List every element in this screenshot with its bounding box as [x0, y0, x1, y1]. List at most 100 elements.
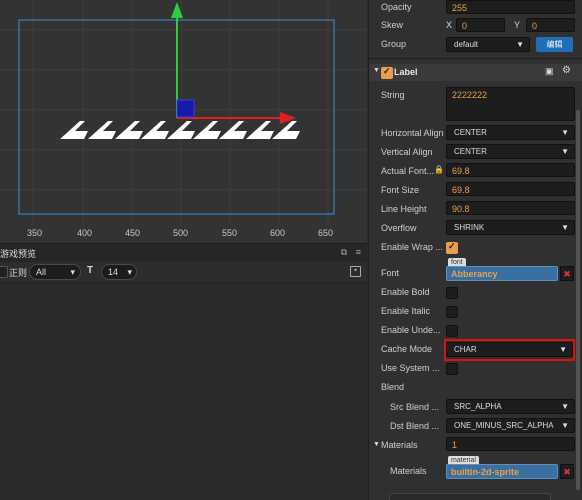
font-size-icon: T — [87, 265, 94, 276]
font-size-value: 14 — [108, 267, 119, 277]
preview-tab-bar: 游戏预览 ⧉ ≡ — [0, 243, 367, 262]
opacity-label: Opacity — [381, 2, 412, 12]
chevron-down-icon: ▾ — [127, 267, 132, 277]
collapse-triangle-icon[interactable]: ▼ — [373, 67, 380, 74]
enable-italic-checkbox[interactable] — [446, 306, 458, 318]
overflow-select[interactable]: SHRINK ▼ — [446, 220, 575, 235]
h-align-label: Horizontal Align — [381, 128, 444, 138]
blend-label: Blend — [381, 382, 405, 392]
font-row: Font font Abberancy ✖ — [369, 257, 582, 283]
materials-item-label: Materials — [390, 466, 427, 476]
font-label: Font — [381, 268, 400, 278]
enable-italic-row: Enable Italic — [369, 302, 582, 321]
move-handle-icon — [176, 99, 195, 118]
h-align-row: Horizontal Align CENTER ▼ — [369, 124, 582, 143]
scene-canvas[interactable] — [0, 0, 367, 243]
material-asset-field[interactable]: builtin-2d-sprite — [446, 464, 558, 479]
opacity-field[interactable]: 255 — [446, 0, 575, 14]
book-icon[interactable]: ▣ — [545, 66, 554, 77]
add-component-button[interactable] — [389, 493, 551, 500]
group-label: Group — [381, 39, 407, 49]
font-size-field[interactable]: 69.8 — [446, 182, 575, 196]
enable-bold-label: Enable Bold — [381, 287, 430, 297]
skew-y-field[interactable]: 0 — [526, 18, 575, 32]
dst-blend-select[interactable]: ONE_MINUS_SRC_ALPHA ▼ — [446, 418, 575, 433]
enable-bold-row: Enable Bold — [369, 283, 582, 302]
enable-wrap-checkbox[interactable] — [446, 241, 458, 254]
materials-group-row: ▼ Materials 1 — [369, 436, 582, 455]
dst-blend-value: ONE_MINUS_SRC_ALPHA — [454, 421, 554, 430]
ruler-label: 600 — [270, 228, 286, 238]
triangle-down-icon: ▼ — [561, 147, 569, 156]
font-asset-field[interactable]: Abberancy — [446, 266, 558, 281]
v-align-select[interactable]: CENTER ▼ — [446, 144, 575, 159]
enable-wrap-row: Enable Wrap ... — [369, 238, 582, 257]
glyph-7 — [219, 121, 247, 139]
h-align-select[interactable]: CENTER ▼ — [446, 125, 575, 140]
material-clear-icon[interactable]: ✖ — [560, 464, 574, 479]
materials-count-field[interactable]: 1 — [446, 437, 575, 451]
dst-blend-label: Dst Blend ... — [390, 421, 440, 431]
font-size-select[interactable]: 14 ▾ — [101, 264, 137, 280]
collapse-icon[interactable]: ▪ — [350, 266, 361, 277]
inspector-scrollbar[interactable] — [576, 110, 580, 490]
inspector-panel: Opacity 255 Skew X 0 Y 0 Group default ▼… — [368, 0, 582, 500]
skew-y-label: Y — [514, 20, 521, 30]
label-component-title: Label — [394, 67, 418, 77]
src-blend-select[interactable]: SRC_ALPHA ▼ — [446, 399, 575, 414]
gear-icon[interactable]: ⚙ — [562, 65, 571, 76]
actual-font-label: Actual Font... — [381, 166, 435, 176]
log-level-value: All — [36, 267, 47, 277]
ruler-label: 650 — [318, 228, 334, 238]
glyph-4 — [141, 121, 169, 139]
font-size-row: Font Size 69.8 — [369, 181, 582, 200]
font-size-label: Font Size — [381, 185, 420, 195]
enable-bold-checkbox[interactable] — [446, 287, 458, 299]
ruler-label: 450 — [125, 228, 141, 238]
src-blend-label: Src Blend ... — [390, 402, 440, 412]
v-align-value: CENTER — [454, 147, 487, 156]
actual-font-row: Actual Font... 🔒 69.8 — [369, 162, 582, 181]
popout-icon[interactable]: ⧉ — [341, 247, 347, 257]
triangle-down-icon: ▼ — [561, 421, 569, 430]
overflow-label: Overflow — [381, 223, 417, 233]
skew-row: Skew X 0 Y 0 — [369, 16, 582, 35]
line-height-field[interactable]: 90.8 — [446, 201, 575, 215]
skew-x-field[interactable]: 0 — [456, 18, 505, 32]
skew-x-label: X — [446, 20, 453, 30]
ruler-label: 400 — [77, 228, 93, 238]
console-toolbar: 正则 All ▾ T 14 ▾ ▪ — [0, 262, 367, 283]
enable-underline-checkbox[interactable] — [446, 325, 458, 337]
string-label: String — [381, 90, 405, 100]
line-height-row: Line Height 90.8 — [369, 200, 582, 219]
string-row: String 2222222 — [369, 86, 582, 124]
console-output[interactable] — [0, 283, 367, 500]
regex-label: 正则 — [9, 268, 28, 278]
label-component-header[interactable]: ▼ Label ▣ ⚙ — [369, 64, 582, 81]
menu-icon[interactable]: ≡ — [356, 247, 361, 257]
group-edit-button[interactable]: 编辑 — [536, 37, 573, 52]
log-level-select[interactable]: All ▾ — [29, 264, 81, 280]
cache-mode-highlight — [444, 339, 575, 361]
src-blend-row: Src Blend ... SRC_ALPHA ▼ — [369, 398, 582, 417]
src-blend-value: SRC_ALPHA — [454, 402, 502, 411]
string-textarea[interactable]: 2222222 — [446, 87, 575, 121]
actual-font-field: 69.8 — [446, 163, 575, 177]
glyph-9 — [272, 121, 300, 139]
scene-view[interactable]: 350 400 450 500 550 600 650 — [0, 0, 367, 243]
enable-underline-label: Enable Unde... — [381, 325, 441, 335]
v-align-label: Vertical Align — [381, 147, 433, 157]
group-value: default — [454, 40, 479, 49]
preview-tab[interactable]: 游戏预览 — [0, 247, 36, 260]
overflow-row: Overflow SHRINK ▼ — [369, 219, 582, 238]
triangle-down-icon: ▼ — [561, 402, 569, 411]
use-system-checkbox[interactable] — [446, 363, 458, 375]
regex-checkbox[interactable] — [0, 266, 8, 278]
expand-triangle-icon[interactable]: ▼ — [373, 441, 380, 448]
group-select[interactable]: default ▼ — [446, 37, 530, 52]
label-enabled-checkbox[interactable] — [381, 66, 393, 79]
lock-icon: 🔒 — [434, 165, 444, 174]
font-clear-icon[interactable]: ✖ — [560, 266, 574, 281]
materials-group-label: Materials — [381, 440, 418, 450]
skew-label: Skew — [381, 20, 404, 30]
